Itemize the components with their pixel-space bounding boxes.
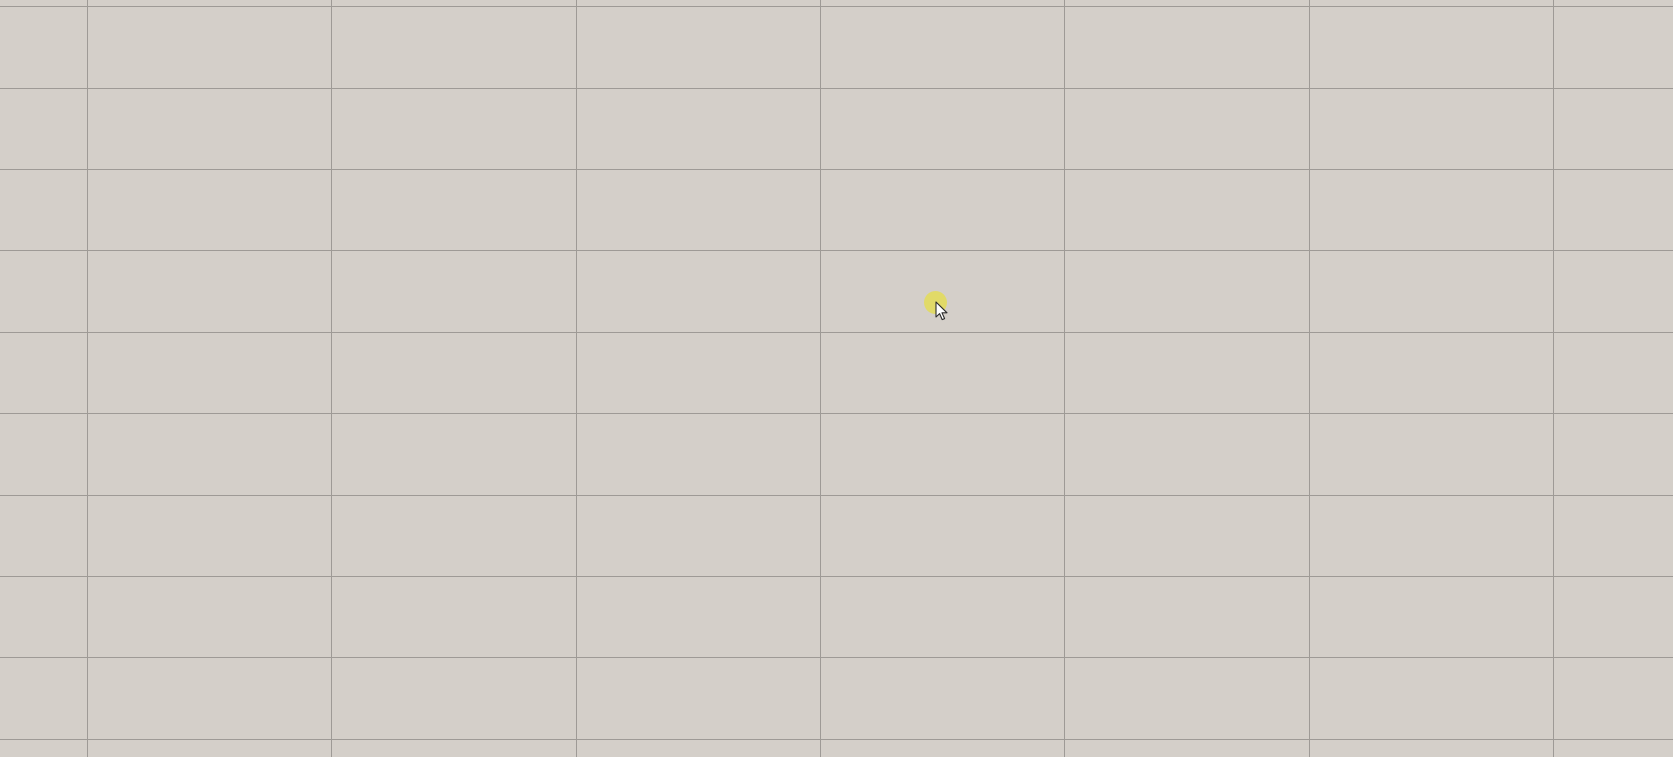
grid-lines (0, 0, 1673, 757)
mouse-cursor (924, 291, 954, 323)
spreadsheet-grid-area[interactable] (0, 0, 1673, 757)
pointer-arrow-icon (935, 301, 948, 321)
